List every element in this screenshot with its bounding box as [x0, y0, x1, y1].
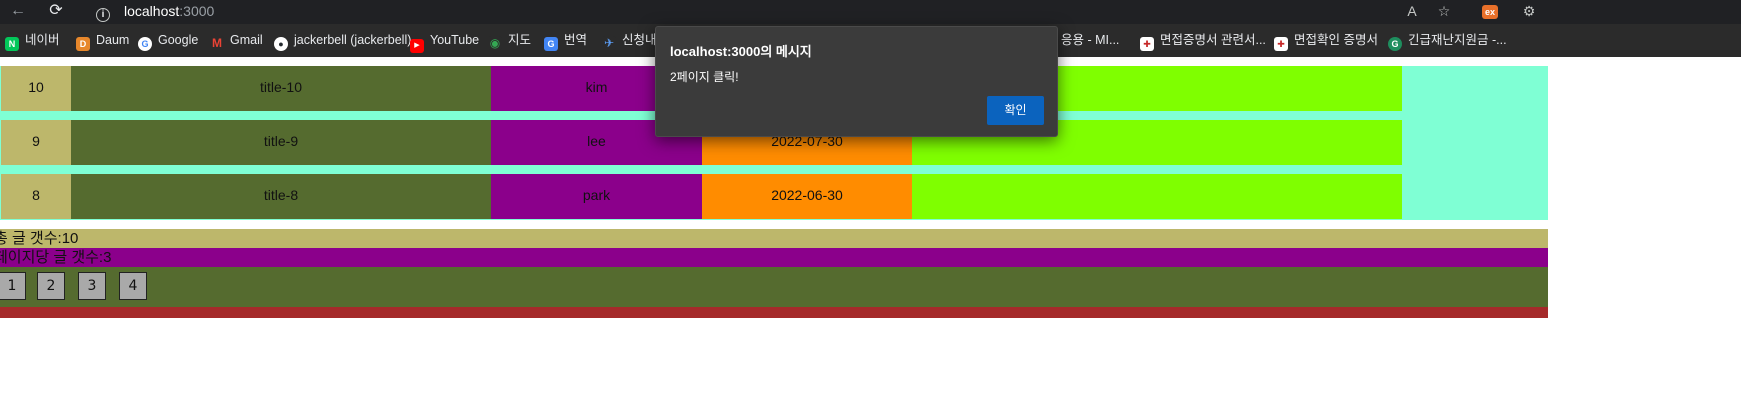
bookmark-google[interactable]: G Google — [138, 24, 198, 57]
post-author: park — [491, 174, 702, 219]
google-icon: G — [138, 37, 152, 51]
post-date: 2022-06-30 — [702, 174, 912, 219]
github-icon: ● — [274, 37, 288, 51]
bookmark-daum[interactable]: D Daum — [76, 24, 129, 57]
bookmark-youtube[interactable]: ▶ YouTube — [410, 24, 479, 57]
support-icon: G — [1388, 37, 1402, 51]
posts-per-page-count: 페이지당 글 갯수:3 — [0, 248, 1548, 267]
footer-bar — [0, 307, 1548, 318]
page-button-4[interactable]: 4 — [119, 272, 147, 300]
dialog-message: 2페이지 클릭! — [670, 70, 739, 84]
dialog-ok-button[interactable]: 확인 — [987, 96, 1044, 125]
document-icon: ✚ — [1274, 37, 1288, 51]
address-host: localhost — [124, 3, 180, 19]
bookmark-github[interactable]: ● jackerbell (jackerbell) — [274, 24, 411, 57]
map-pin-icon: ◉ — [488, 36, 502, 50]
back-icon[interactable]: ← — [2, 0, 34, 24]
airplane-icon: ✈ — [602, 36, 616, 50]
daum-icon: D — [76, 37, 90, 51]
dialog-title: localhost:3000의 메시지 — [670, 44, 812, 59]
document-icon: ✚ — [1140, 37, 1154, 51]
bookmark-maps[interactable]: ◉ 지도 — [488, 24, 531, 57]
bookmark-interview-cert[interactable]: ✚ 면접확인 증명서 — [1274, 24, 1378, 57]
naver-icon: N — [5, 37, 19, 51]
post-number: 9 — [1, 120, 71, 165]
post-number: 10 — [1, 66, 71, 111]
extension-icon[interactable]: ex — [1476, 0, 1504, 24]
bookmark-gmail[interactable]: M Gmail — [210, 24, 263, 57]
site-info-icon[interactable]: i — [96, 8, 110, 22]
pagination: 1 2 3 4 — [0, 267, 1548, 307]
post-title[interactable]: title-8 — [71, 174, 491, 219]
gmail-icon: M — [210, 36, 224, 50]
post-number: 8 — [1, 174, 71, 219]
page-button-1[interactable]: 1 — [0, 272, 26, 300]
translate-icon: G — [544, 37, 558, 51]
bookmark-naver[interactable]: N 네이버 — [5, 24, 60, 57]
page-button-2[interactable]: 2 — [37, 272, 65, 300]
post-title[interactable]: title-9 — [71, 120, 491, 165]
bookmark-application[interactable]: ✈ 신청내 — [602, 24, 657, 57]
bookmark-disaster-support[interactable]: G 긴급재난지원금 -... — [1388, 24, 1507, 57]
address-bar[interactable]: i localhost:3000 — [96, 0, 214, 24]
reload-icon[interactable]: ⟳ — [40, 0, 72, 24]
read-aloud-icon[interactable]: A — [1398, 0, 1426, 24]
bookmark-interview-cert-related[interactable]: ✚ 면접증명서 관련서... — [1140, 24, 1266, 57]
browser-toolbar: ← ⟳ i localhost:3000 A ☆ ex ⚙ — [0, 0, 1741, 24]
page-button-3[interactable]: 3 — [78, 272, 106, 300]
address-port: :3000 — [179, 3, 215, 19]
post-extra — [912, 174, 1402, 219]
extensions-menu-icon[interactable]: ⚙ — [1515, 0, 1543, 24]
total-posts-count: 총 글 갯수:10 — [0, 229, 1548, 248]
favorite-star-icon[interactable]: ☆ — [1430, 0, 1458, 24]
post-title[interactable]: title-10 — [71, 66, 491, 111]
bookmark-translate[interactable]: G 번역 — [544, 24, 587, 57]
youtube-icon: ▶ — [410, 39, 424, 53]
alert-dialog: localhost:3000의 메시지 2페이지 클릭! 확인 — [655, 26, 1058, 137]
